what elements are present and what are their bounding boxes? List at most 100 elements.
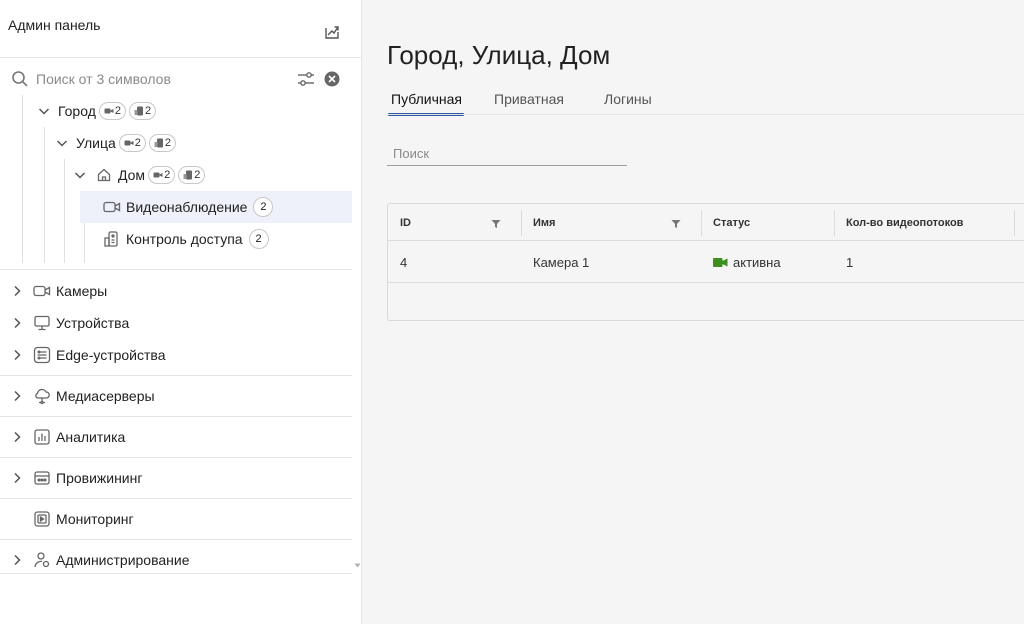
tabs-divider: [387, 114, 1024, 115]
access-reader-icon: [134, 106, 143, 116]
chart-trend-icon[interactable]: [322, 22, 342, 42]
chevron-down-icon[interactable]: [54, 135, 70, 151]
tree-item-label: Дом: [118, 167, 146, 183]
chevron-down-icon[interactable]: [36, 103, 52, 119]
access-control-icon: [104, 231, 118, 247]
camera-icon: [124, 140, 134, 146]
edge-device-icon: [33, 346, 51, 364]
camera-count-badge: 2: [148, 166, 176, 184]
count-badge: 2: [253, 197, 274, 217]
cloud-server-icon: [35, 388, 50, 405]
main-content: Город, Улица, Дом Публичная Приватная Ло…: [362, 0, 1024, 624]
count-badge: 2: [248, 229, 269, 249]
nav-item-label: Устройства: [56, 315, 130, 331]
column-separator: [1014, 210, 1015, 236]
divider: [0, 375, 352, 376]
tree-item-label: Улица: [76, 135, 116, 151]
column-header-label: ID: [400, 216, 411, 229]
tree-guide-line: [64, 159, 65, 263]
table-search-input[interactable]: [387, 142, 627, 166]
nav-item-analytics[interactable]: Аналитика: [0, 421, 352, 453]
nav-item-monitoring[interactable]: Мониторинг: [0, 503, 352, 535]
badge-count: 2: [114, 105, 121, 117]
provisioning-icon: [34, 471, 50, 485]
access-count-badge: 2: [178, 166, 206, 184]
tree-item-access-control[interactable]: Контроль доступа 2: [103, 223, 269, 255]
nav-item-label: Медиасерверы: [56, 388, 155, 404]
nav-item-devices[interactable]: Устройства: [0, 307, 352, 339]
access-reader-icon: [154, 138, 163, 148]
monitor-icon: [34, 315, 50, 331]
sidebar: Админ панель Город 2: [0, 0, 362, 624]
chevron-right-icon[interactable]: [9, 283, 25, 299]
chevron-right-icon[interactable]: [9, 388, 25, 404]
tab-logins[interactable]: Логины: [604, 91, 652, 107]
camera-count-badge: 2: [118, 134, 146, 152]
column-header-label: Кол-во видеопотоков: [846, 216, 964, 229]
tree-item-label: Контроль доступа: [126, 231, 243, 247]
chevron-right-icon[interactable]: [9, 429, 25, 445]
tab-private[interactable]: Приватная: [494, 91, 564, 107]
chevron-right-icon[interactable]: [9, 315, 25, 331]
house-icon: [97, 168, 111, 182]
badge-count: 2: [134, 137, 141, 149]
tree-guide-line: [22, 95, 23, 263]
badge-count: 2: [164, 137, 172, 149]
column-filter-icon[interactable]: [671, 219, 681, 229]
video-camera-active-icon: [713, 257, 728, 267]
search-icon: [12, 71, 28, 87]
sidebar-search: [0, 64, 352, 94]
tab-public[interactable]: Публичная: [391, 91, 462, 107]
tree-guide-line: [44, 127, 45, 263]
nav-item-edge-devices[interactable]: Edge-устройства: [0, 339, 352, 371]
cell-streams: 1: [846, 254, 854, 270]
column-header-streams[interactable]: Кол-во видеопотоков: [834, 204, 1014, 241]
column-header-label: Имя: [533, 216, 556, 229]
nav-item-label: Администрирование: [56, 552, 190, 568]
divider: [0, 269, 352, 270]
column-header-label: Статус: [713, 216, 751, 229]
user-settings-icon: [34, 552, 50, 568]
camera-icon: [153, 172, 163, 178]
tree-item-video-surveillance[interactable]: Видеонаблюдение 2: [103, 191, 274, 223]
divider: [0, 498, 352, 499]
page-title: Город, Улица, Дом: [387, 40, 611, 70]
chevron-right-icon[interactable]: [9, 470, 25, 486]
access-reader-icon: [183, 170, 193, 180]
camera-icon: [104, 108, 114, 114]
video-camera-icon: [33, 285, 51, 297]
chevron-right-icon[interactable]: [9, 347, 25, 363]
column-header-id[interactable]: ID: [388, 204, 521, 241]
clear-search-icon[interactable]: [323, 70, 341, 88]
access-count-badge: 2: [129, 102, 157, 120]
nav-item-label: Edge-устройства: [56, 347, 166, 363]
nav-item-administration[interactable]: Администрирование: [0, 544, 352, 576]
nav-item-label: Камеры: [56, 283, 108, 299]
scroll-down-arrow-icon[interactable]: [354, 562, 361, 569]
sidebar-title: Админ панель: [8, 17, 101, 33]
divider: [0, 573, 352, 574]
chevron-right-icon[interactable]: [9, 552, 25, 568]
table-row[interactable]: 4 Камера 1 активна 1: [388, 241, 1024, 283]
tree-item-street[interactable]: Улица 2 2: [54, 127, 177, 159]
nav-item-label: Мониторинг: [56, 511, 134, 527]
divider: [0, 539, 352, 540]
search-input[interactable]: [36, 68, 286, 90]
filter-sliders-icon[interactable]: [296, 70, 316, 88]
tree-item-house[interactable]: Дом 2 2: [72, 159, 206, 191]
camera-count-badge: 2: [98, 102, 126, 120]
divider: [0, 457, 352, 458]
monitoring-icon: [34, 511, 50, 527]
cameras-table: ID Имя Статус Кол-во видеопотоков 4 Каме…: [387, 203, 1024, 321]
cell-id: 4: [400, 254, 408, 270]
nav-item-cameras[interactable]: Камеры: [0, 275, 352, 307]
bar-chart-icon: [34, 429, 50, 445]
column-filter-icon[interactable]: [491, 219, 501, 229]
nav-item-provisioning[interactable]: Провижининг: [0, 462, 352, 494]
cell-status: активна: [713, 241, 781, 283]
tree-item-city[interactable]: Город 2 2: [36, 95, 157, 127]
chevron-down-icon[interactable]: [72, 167, 88, 183]
column-header-status[interactable]: Статус: [701, 204, 834, 241]
badge-count: 2: [164, 169, 171, 181]
nav-item-media-servers[interactable]: Медиасерверы: [0, 380, 352, 412]
